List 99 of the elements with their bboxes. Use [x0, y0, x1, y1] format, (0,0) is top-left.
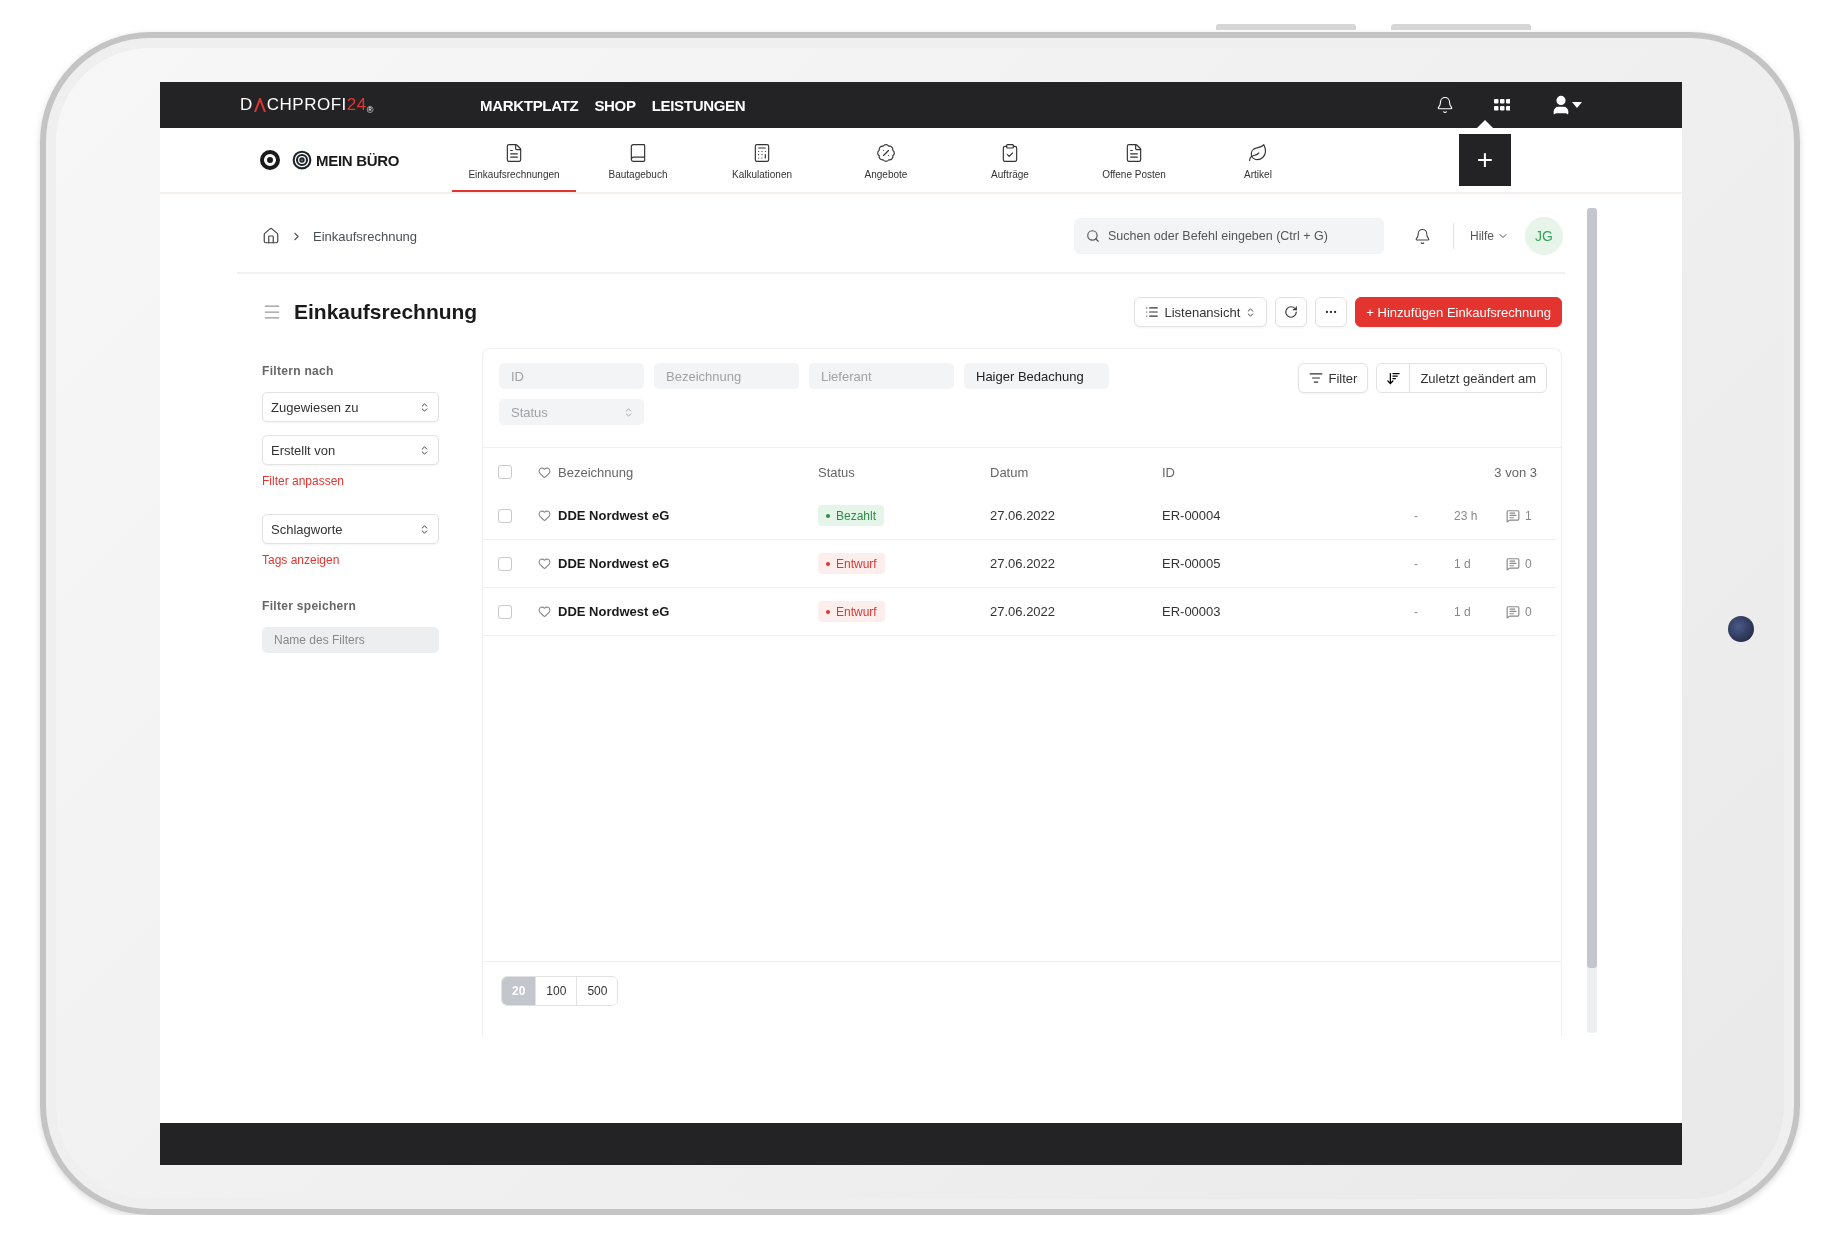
- document-icon: [1124, 143, 1144, 163]
- refresh-button[interactable]: [1275, 297, 1308, 327]
- search-icon: [1086, 229, 1100, 243]
- filter-heading: Filtern nach: [262, 364, 335, 378]
- supplier-name[interactable]: DDE Nordwest eG: [558, 508, 818, 523]
- nav-tab[interactable]: Kalkulationen: [700, 128, 824, 192]
- up-down-arrows-icon: [419, 401, 430, 413]
- select-all-checkbox[interactable]: [498, 465, 512, 479]
- column-header: ID: [1162, 464, 1176, 480]
- nav-tab[interactable]: Bautagebuch: [576, 128, 700, 192]
- status-badge: Entwurf: [818, 601, 885, 622]
- tag-select[interactable]: Schlagworte: [262, 514, 439, 544]
- modified-age: 1 d: [1454, 556, 1472, 571]
- column-header: Status: [818, 464, 856, 480]
- up-down-arrows-icon: [419, 523, 430, 535]
- filter-button[interactable]: Filter: [1298, 363, 1369, 393]
- row-checkbox[interactable]: [498, 508, 512, 523]
- home-icon[interactable]: [262, 227, 280, 245]
- comment-count: 0: [1525, 604, 1532, 619]
- add-invoice-button[interactable]: + Hinzufügen Einkaufsrechnung: [1355, 297, 1562, 327]
- document-icon: [504, 143, 524, 163]
- view-select-button[interactable]: Listenansicht: [1134, 297, 1268, 327]
- add-button[interactable]: +: [1459, 134, 1511, 186]
- supplier-name[interactable]: DDE Nordwest eG: [558, 604, 818, 619]
- sort-icon: [1385, 370, 1401, 386]
- supplier-name[interactable]: DDE Nordwest eG: [558, 556, 818, 571]
- page-title: Einkaufsrechnung: [294, 300, 478, 324]
- breadcrumb-item[interactable]: Einkaufsrechnung: [313, 228, 418, 244]
- comment-icon: [1506, 508, 1520, 523]
- id-cell-text: ER-00005: [1162, 556, 1222, 571]
- notification-button[interactable]: [1436, 96, 1454, 114]
- nav-tab[interactable]: Aufträge: [948, 128, 1072, 192]
- chevron-logo-icon: [253, 98, 266, 112]
- up-down-arrows-icon: [623, 406, 634, 418]
- modified-age: 1 d: [1454, 604, 1472, 619]
- nav-tab[interactable]: Offene Posten: [1072, 128, 1196, 192]
- status-badge: Entwurf: [818, 553, 885, 574]
- date-cell-text: 27.06.2022: [990, 604, 1057, 619]
- nav-tab[interactable]: Artikel: [1196, 128, 1320, 192]
- logo-text: CHPROFI: [266, 95, 347, 115]
- percent-badge-icon: [876, 143, 896, 163]
- assignee-cell-text: -: [1414, 556, 1419, 571]
- filter-select[interactable]: Erstellt von: [262, 435, 439, 465]
- filter-field[interactable]: Bezeichnung: [654, 363, 799, 389]
- scrollbar[interactable]: [1587, 208, 1597, 1033]
- logo-text: D: [240, 95, 253, 115]
- column-header: Bezeichnung: [558, 464, 635, 480]
- comment-icon: [1506, 556, 1520, 571]
- tags-link[interactable]: Tags anzeigen: [262, 553, 482, 567]
- help-button[interactable]: Hilfe: [1464, 228, 1515, 244]
- nav-link[interactable]: LEISTUNGEN: [651, 96, 746, 114]
- notification-icon[interactable]: [1414, 227, 1431, 245]
- search-field[interactable]: Suchen oder Befehl eingeben (Ctrl + G): [1074, 218, 1384, 254]
- filter-icon: [1309, 371, 1324, 385]
- leaf-icon: [1248, 143, 1268, 163]
- brand-title: MEIN BÜRO: [316, 151, 400, 169]
- row-checkbox[interactable]: [498, 556, 512, 571]
- camera-icon: [1728, 616, 1754, 642]
- date-cell-text: 27.06.2022: [990, 556, 1057, 571]
- status-badge: Bezahlt: [818, 505, 885, 526]
- filter-name-field[interactable]: Name des Filters: [262, 627, 439, 653]
- target-icon: [292, 150, 312, 170]
- refresh-icon: [1284, 305, 1299, 319]
- logo-number: 24: [346, 95, 367, 115]
- assignee-cell-text: -: [1414, 508, 1419, 523]
- heart-icon[interactable]: [538, 509, 551, 522]
- filter-link[interactable]: Filter anpassen: [262, 474, 482, 488]
- row-checkbox[interactable]: [498, 604, 512, 619]
- comment-count: 1: [1525, 508, 1532, 523]
- id-cell-text: ER-00004: [1162, 508, 1222, 523]
- registered-mark: ®: [366, 105, 374, 115]
- heart-icon[interactable]: [538, 557, 551, 570]
- row-count: 3 von 3: [1494, 464, 1537, 480]
- up-down-arrows-icon: [419, 444, 430, 456]
- book-icon: [628, 143, 648, 163]
- nav-tab[interactable]: Einkaufsrechnungen: [452, 128, 576, 192]
- list-icon: [1145, 305, 1160, 319]
- comment-icon: [1506, 604, 1520, 619]
- comment-count: 0: [1525, 556, 1532, 571]
- calculator-icon: [752, 143, 772, 163]
- clipboard-check-icon: [1000, 143, 1020, 163]
- radio-dot-icon: [260, 150, 280, 170]
- nav-tab[interactable]: Angebote: [824, 128, 948, 192]
- modified-age: 23 h: [1454, 508, 1479, 523]
- filter-select[interactable]: Zugewiesen zu: [262, 392, 439, 422]
- caret-icon: [1572, 102, 1582, 108]
- nav-link[interactable]: MARKTPLATZ: [480, 96, 579, 114]
- apps-grid-icon[interactable]: [1494, 99, 1510, 111]
- filter-field[interactable]: ID: [499, 363, 644, 389]
- save-filter-heading: Filter speichern: [262, 599, 358, 613]
- heart-icon[interactable]: [538, 605, 551, 618]
- nav-link[interactable]: SHOP: [594, 96, 636, 114]
- date-cell-text: 27.06.2022: [990, 508, 1057, 523]
- heart-icon[interactable]: [538, 465, 551, 479]
- filter-field[interactable]: Lieferant: [809, 363, 954, 389]
- column-header: Datum: [990, 464, 1030, 480]
- id-cell-text: ER-00003: [1162, 604, 1222, 619]
- assignee-cell-text: -: [1414, 604, 1419, 619]
- filter-field[interactable]: Haiger Bedachung: [964, 363, 1109, 389]
